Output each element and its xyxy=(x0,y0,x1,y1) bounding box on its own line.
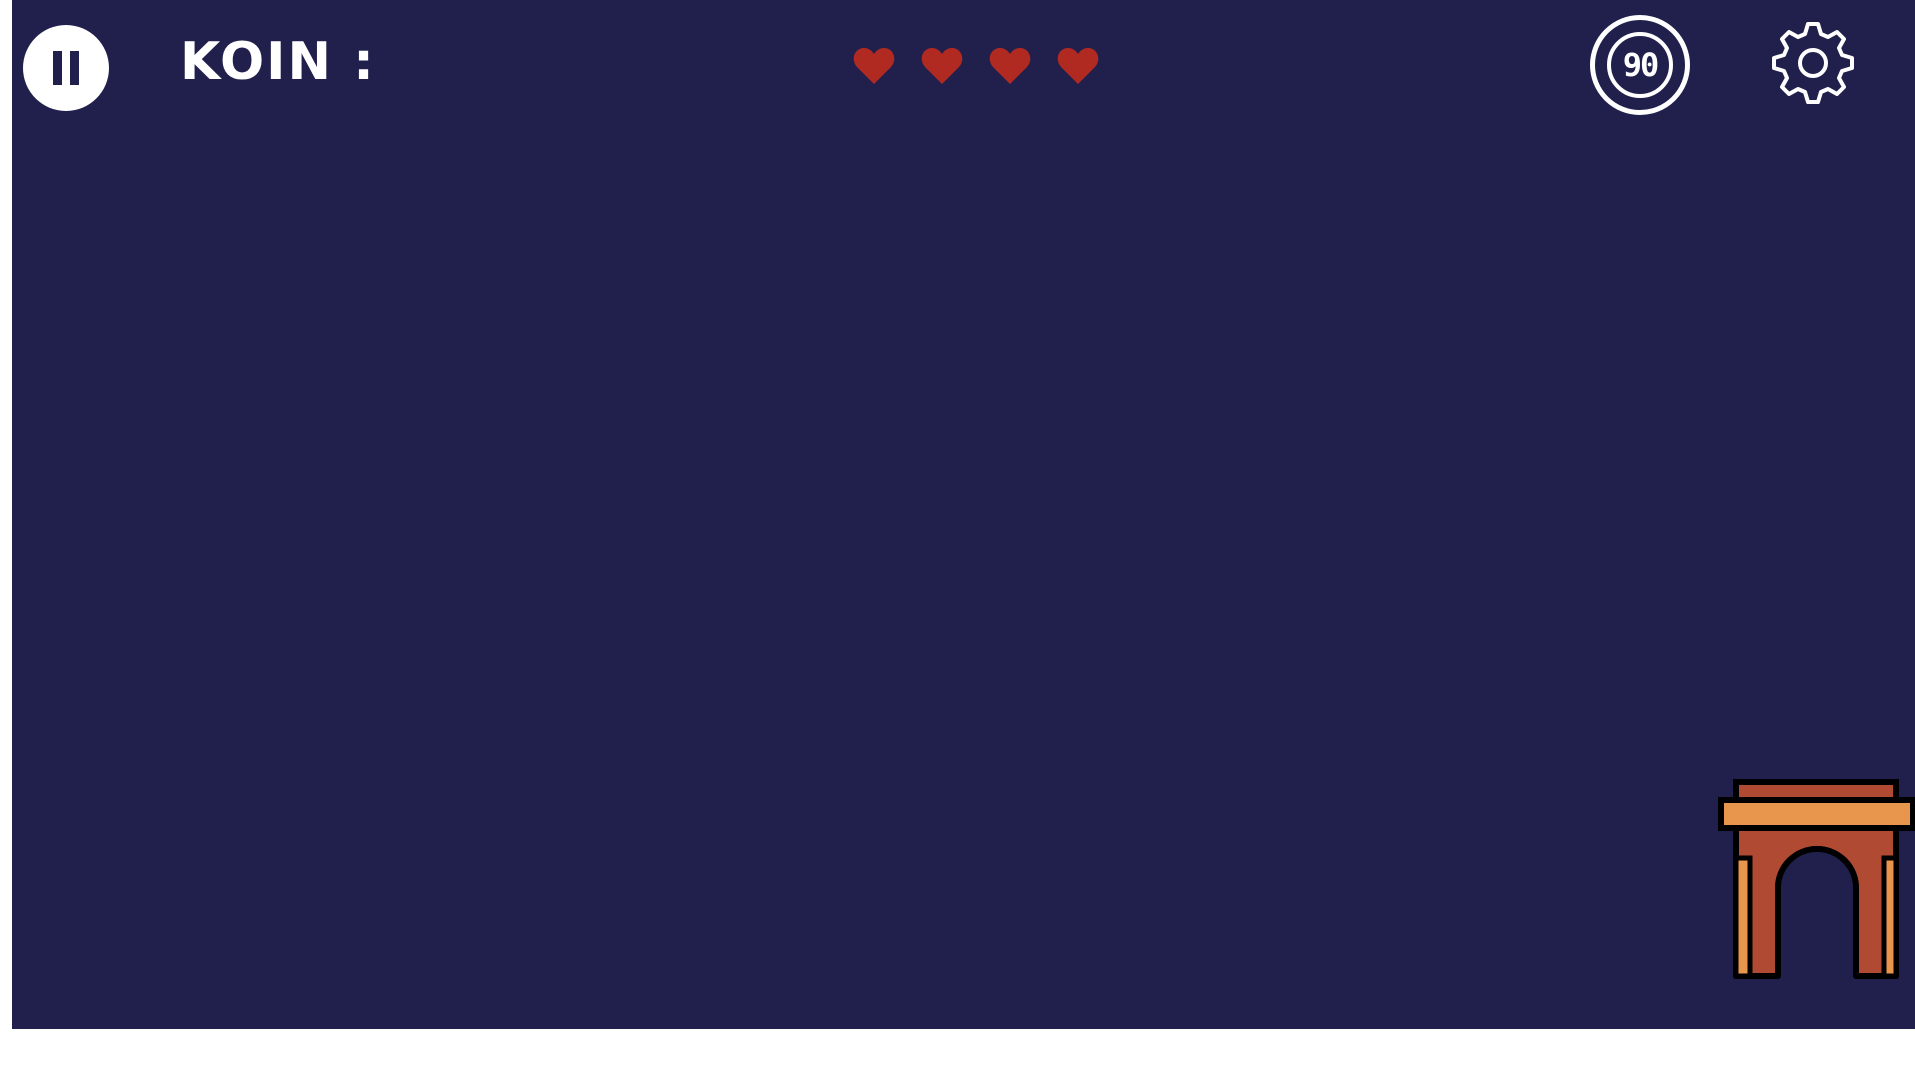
settings-button[interactable] xyxy=(1770,20,1856,106)
timer-value: 90 xyxy=(1607,32,1673,98)
gear-icon xyxy=(1772,22,1854,104)
heart-icon xyxy=(921,48,963,84)
lives-display xyxy=(852,44,1100,88)
pause-icon xyxy=(53,51,62,85)
game-screen: KOIN : 90 xyxy=(12,0,1915,1029)
coin-label: KOIN : xyxy=(180,32,376,92)
heart-icon xyxy=(1057,48,1099,84)
timer-badge: 90 xyxy=(1590,15,1690,115)
pause-button[interactable] xyxy=(23,25,109,111)
arch-gate-icon xyxy=(1718,779,1915,979)
pause-icon-bar xyxy=(70,51,79,85)
heart-icon xyxy=(989,48,1031,84)
heart-icon xyxy=(853,48,895,84)
